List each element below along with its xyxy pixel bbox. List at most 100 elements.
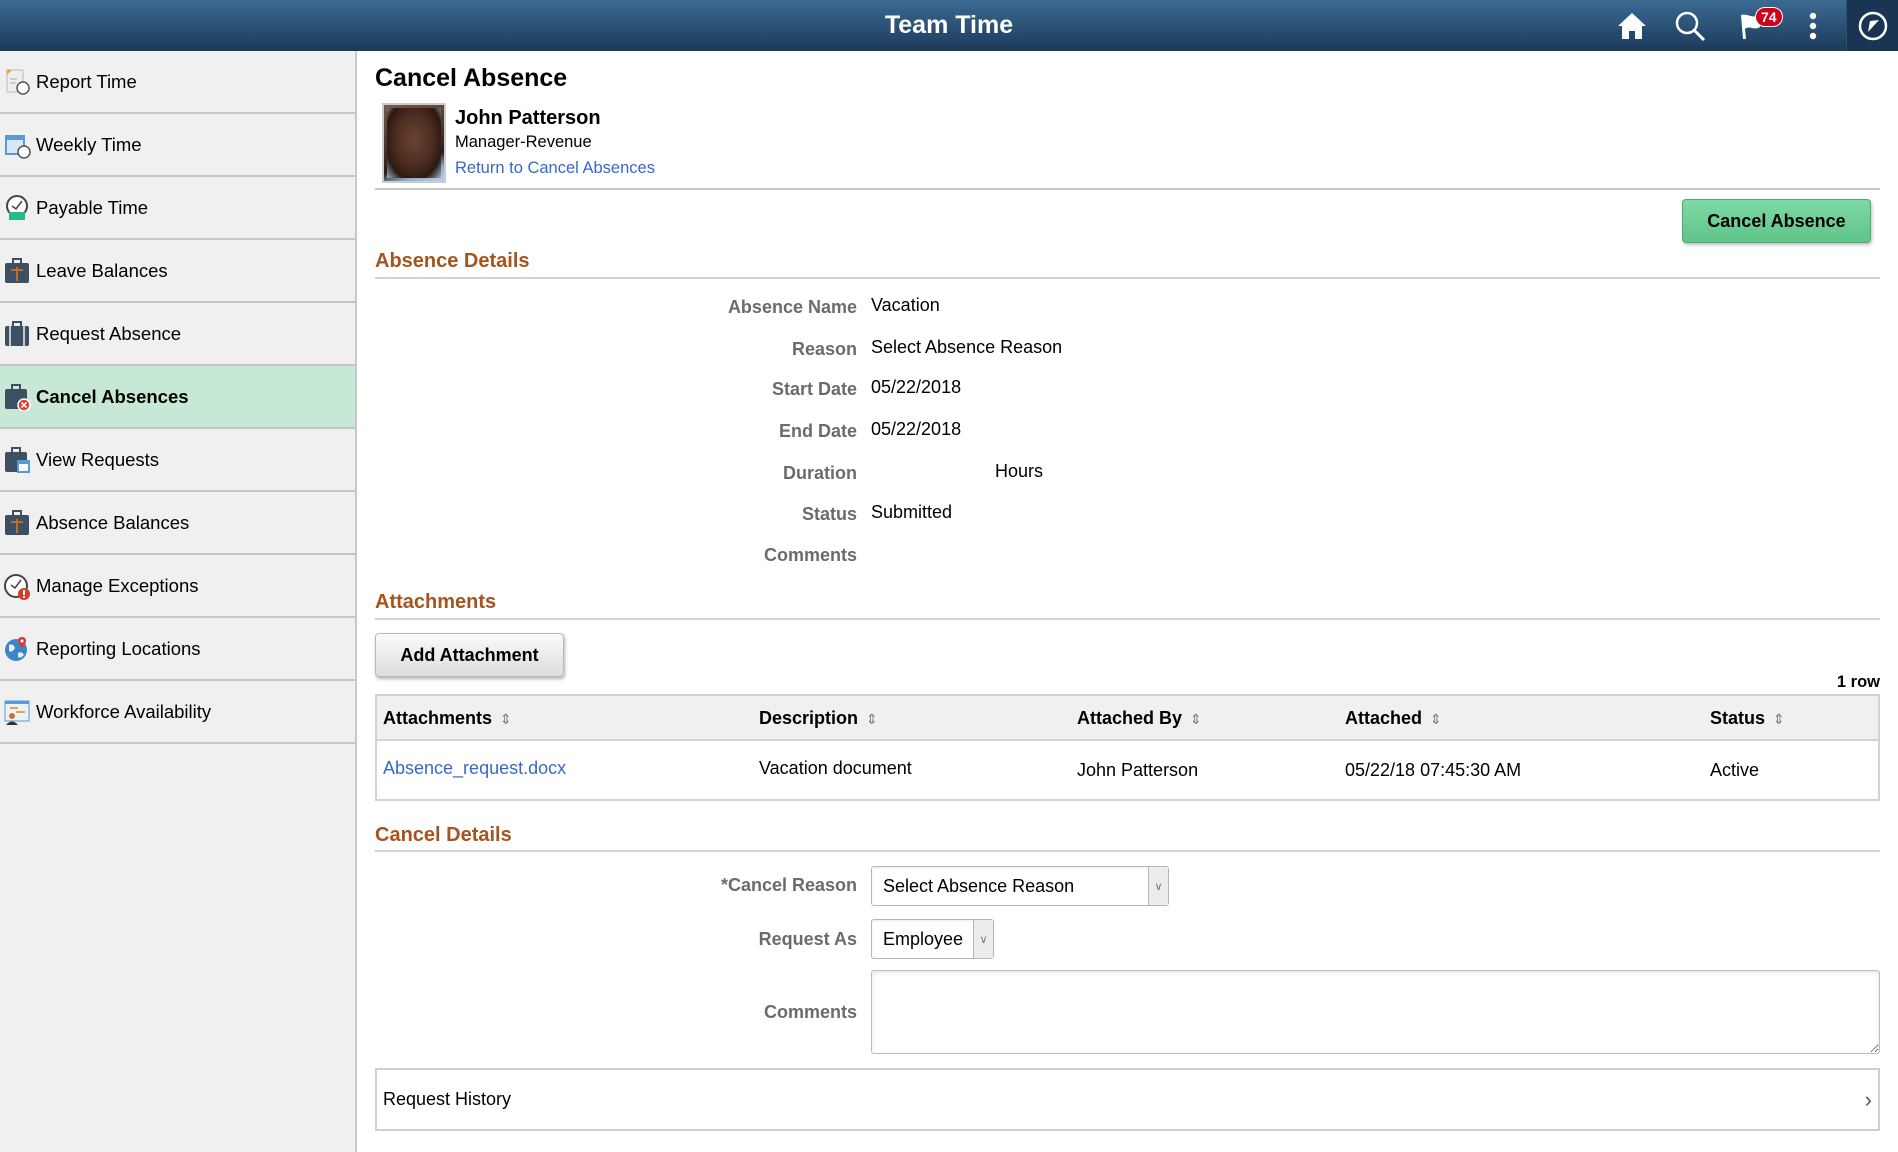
- attachment-status: Active: [1710, 760, 1760, 780]
- cancel-absence-button[interactable]: Cancel Absence: [1682, 199, 1871, 243]
- sidebar-item-leave-balances[interactable]: Leave Balances: [0, 240, 355, 303]
- section-divider: [375, 277, 1880, 279]
- request-as-label: Request As: [758, 929, 857, 949]
- field-value-reason: Select Absence Reason: [871, 337, 1063, 357]
- sidebar-item-label: Absence Balances: [36, 511, 190, 533]
- field-label-absence-name: Absence Name: [727, 297, 857, 317]
- cancel-reason-label: *Cancel Reason: [720, 875, 857, 895]
- field-value-duration: Hours: [995, 461, 1044, 481]
- header-divider: [375, 188, 1880, 190]
- attachment-description: Vacation document: [759, 758, 912, 778]
- sidebar-item-weekly-time[interactable]: Weekly Time: [0, 114, 355, 177]
- column-label: Description: [759, 708, 859, 728]
- section-divider: [375, 618, 1880, 620]
- sidebar-item-label: Request Absence: [36, 322, 182, 344]
- actions-menu-button[interactable]: [1795, 8, 1831, 44]
- sort-icon: ⇕: [866, 711, 878, 727]
- absence-balances-icon: [5, 509, 29, 535]
- chevron-down-icon: ∨: [1148, 867, 1168, 905]
- sidebar-item-manage-exceptions[interactable]: Manage Exceptions: [0, 555, 355, 618]
- sort-icon: ⇕: [500, 711, 512, 727]
- sidebar-item-absence-balances[interactable]: Absence Balances: [0, 492, 355, 555]
- sort-icon: ⇕: [1190, 711, 1202, 727]
- sort-icon: ⇕: [1430, 711, 1442, 727]
- request-history-label: Request History: [383, 1089, 512, 1109]
- field-label-start-date: Start Date: [771, 379, 857, 399]
- sidebar-item-label: Payable Time: [36, 196, 149, 218]
- sidebar-item-label: View Requests: [36, 448, 160, 470]
- sidebar-item-workforce-availability[interactable]: Workforce Availability: [0, 681, 355, 744]
- chevron-right-icon: ›: [1864, 1086, 1872, 1112]
- return-to-cancel-absences-link[interactable]: Return to Cancel Absences: [455, 159, 655, 178]
- leave-balances-icon: [5, 257, 29, 283]
- field-value-start-date: 05/22/2018: [871, 377, 962, 397]
- reporting-locations-icon: [5, 636, 27, 661]
- page-title: Cancel Absence: [375, 64, 568, 92]
- report-time-icon: [6, 69, 30, 95]
- sidebar-item-label: Cancel Absences: [36, 385, 189, 407]
- attachments-heading: Attachments: [375, 591, 497, 613]
- app-banner: Team Time 74: [0, 0, 1898, 51]
- workforce-availability-icon: [4, 700, 30, 725]
- grid-header: Attachments ⇕ Description ⇕ Attached By ⇕ A…: [377, 696, 1878, 741]
- comments-textarea[interactable]: [871, 970, 1880, 1054]
- employee-photo: [382, 103, 446, 183]
- search-button[interactable]: [1672, 8, 1708, 44]
- sidebar-item-cancel-absences[interactable]: Cancel Absences: [0, 366, 355, 429]
- payable-time-icon: [6, 194, 28, 220]
- field-label-comments: Comments: [763, 545, 857, 565]
- employee-photo-image: [387, 108, 441, 178]
- field-label-reason: Reason: [791, 339, 857, 359]
- section-divider: [375, 850, 1880, 852]
- sidebar-item-report-time[interactable]: Report Time: [0, 51, 355, 114]
- cancel-reason-value: Select Absence Reason: [883, 875, 1075, 896]
- field-label-duration: Duration: [783, 463, 857, 483]
- add-attachment-button[interactable]: Add Attachment: [375, 633, 564, 677]
- sort-icon: ⇕: [1773, 711, 1785, 727]
- attachment-file-link[interactable]: Absence_request.docx: [383, 758, 566, 779]
- navbar-compass-icon: [1858, 11, 1887, 40]
- sidebar-item-label: Manage Exceptions: [36, 574, 199, 596]
- sidebar-item-label: Weekly Time: [36, 133, 142, 155]
- sidebar-item-payable-time[interactable]: Payable Time: [0, 177, 355, 240]
- column-label: Status: [1710, 708, 1766, 728]
- view-requests-icon: [5, 446, 30, 473]
- field-value-absence-name: Vacation: [871, 295, 940, 315]
- employee-name: John Patterson: [455, 107, 601, 129]
- column-label: Attachments: [383, 708, 493, 728]
- row-count: 1 row: [1836, 673, 1880, 691]
- request-as-value: Employee: [883, 928, 964, 949]
- weekly-time-icon: [5, 134, 31, 159]
- sidebar-item-request-absence[interactable]: Request Absence: [0, 303, 355, 366]
- search-icon: [1675, 11, 1706, 42]
- sidebar-item-view-requests[interactable]: View Requests: [0, 429, 355, 492]
- notifications-button[interactable]: 74: [1735, 7, 1783, 44]
- home-button[interactable]: [1614, 8, 1650, 44]
- sidebar-item-label: Reporting Locations: [36, 637, 201, 659]
- notification-count-badge: 74: [1755, 7, 1783, 27]
- sidebar-item-label: Leave Balances: [36, 259, 168, 281]
- employee-job-title: Manager-Revenue: [455, 133, 592, 151]
- column-label: Attached By: [1077, 708, 1183, 728]
- cancel-reason-select[interactable]: Select Absence Reason ∨: [871, 866, 1169, 906]
- column-header-attachments[interactable]: Attachments ⇕: [383, 708, 512, 729]
- manage-exceptions-icon: [4, 573, 30, 600]
- home-icon: [1618, 13, 1646, 39]
- column-header-status[interactable]: Status ⇕: [1710, 708, 1785, 729]
- cancel-absences-icon: [5, 383, 31, 411]
- absence-details-heading: Absence Details: [375, 250, 530, 272]
- attachment-attached-by: John Patterson: [1077, 760, 1199, 780]
- sidebar-item-label: Report Time: [36, 70, 137, 92]
- request-as-select[interactable]: Employee ∨: [871, 919, 994, 959]
- column-header-description[interactable]: Description ⇕: [759, 708, 878, 729]
- navbar-button[interactable]: [1846, 0, 1898, 51]
- comments-label: Comments: [763, 1002, 857, 1022]
- cancel-details-heading: Cancel Details: [375, 824, 512, 846]
- request-history-row[interactable]: Request History ›: [375, 1068, 1880, 1131]
- field-value-status: Submitted: [871, 502, 953, 522]
- chevron-down-icon: ∨: [973, 920, 993, 958]
- column-header-attached-by[interactable]: Attached By ⇕: [1077, 708, 1202, 729]
- sidebar-item-reporting-locations[interactable]: Reporting Locations: [0, 618, 355, 681]
- column-header-attached[interactable]: Attached ⇕: [1345, 708, 1442, 729]
- field-label-status: Status: [801, 504, 857, 524]
